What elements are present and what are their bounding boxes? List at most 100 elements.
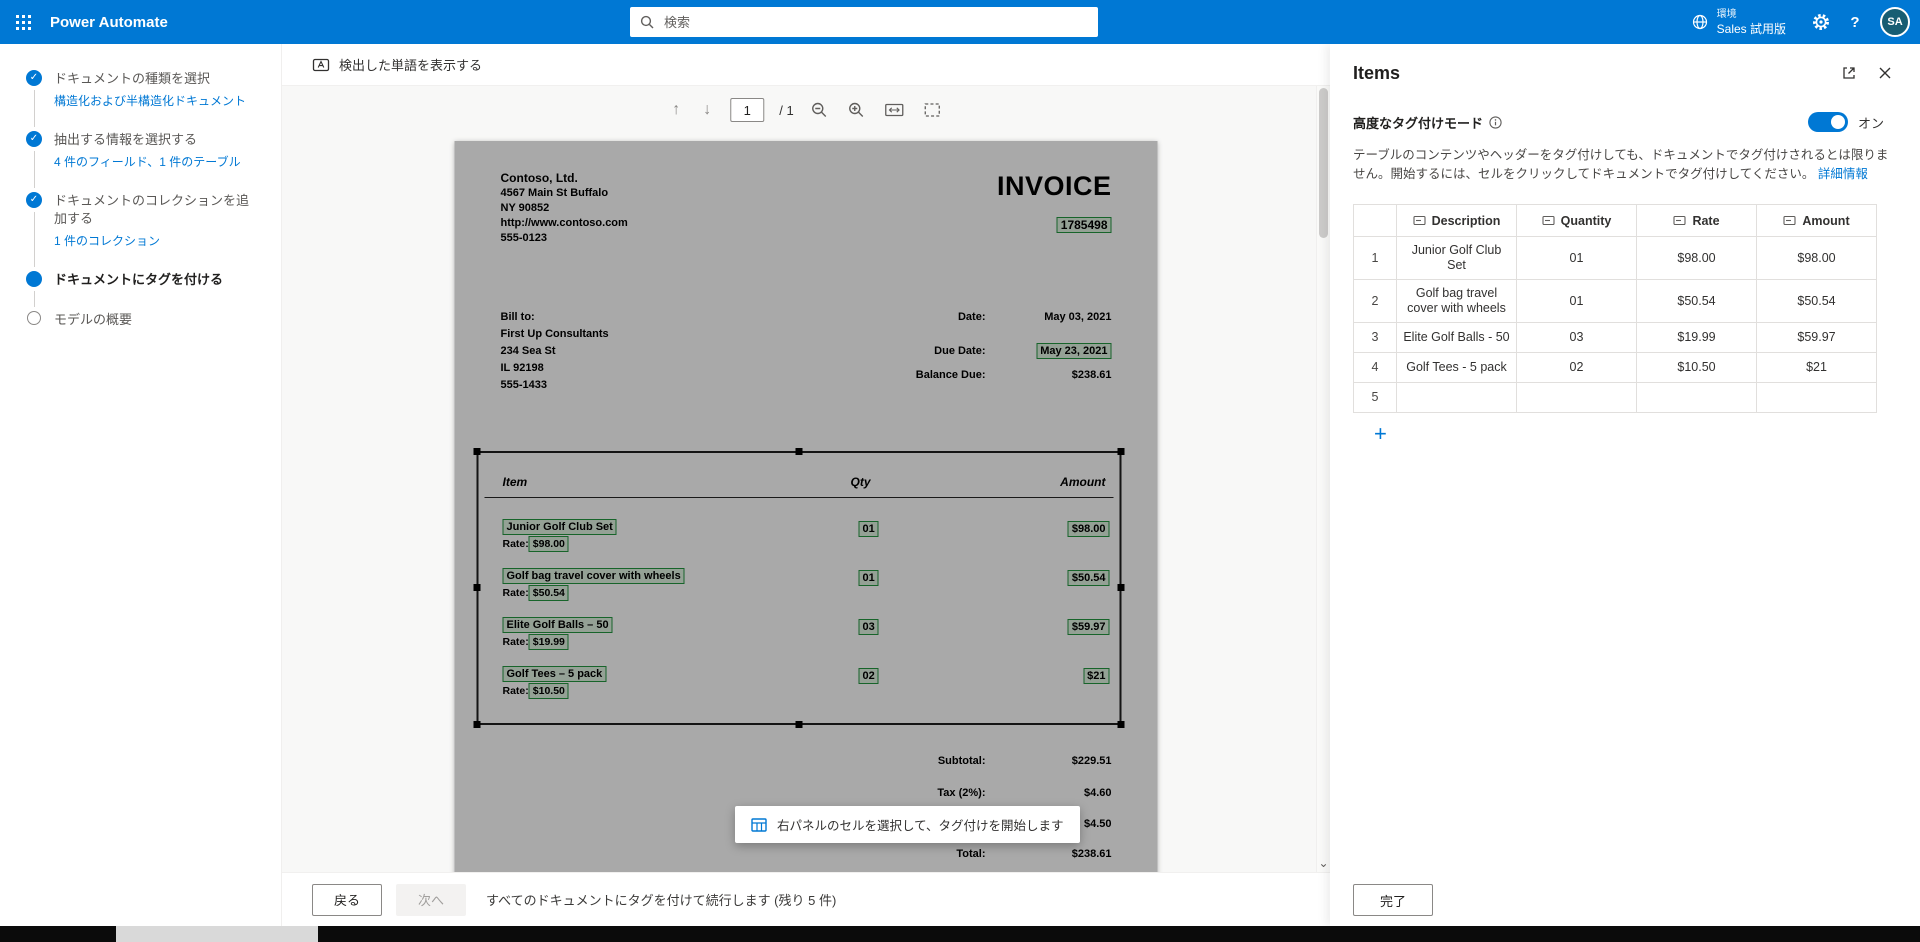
column-header-amount[interactable]: Amount	[1756, 204, 1877, 237]
item-amount-tag[interactable]: $59.97	[1067, 619, 1110, 635]
item-rate-tag[interactable]: $19.99	[528, 634, 569, 650]
cell-amount[interactable]: $21	[1756, 352, 1877, 383]
cell-amount[interactable]: $59.97	[1756, 322, 1877, 353]
cell-rate[interactable]: $50.54	[1636, 279, 1757, 323]
table-selection-region[interactable]: Item Qty Amount Junior Golf Club Set Rat…	[473, 448, 1125, 728]
back-button[interactable]: 戻る	[312, 883, 382, 916]
invoice-balance-row: Balance Due: $238.61	[915, 369, 1112, 381]
zoom-in-button[interactable]	[846, 99, 868, 121]
column-header-description[interactable]: Description	[1396, 204, 1517, 237]
search-box[interactable]	[630, 7, 1098, 37]
cell-rate[interactable]: $98.00	[1636, 236, 1757, 280]
item-rate-tag[interactable]: $50.54	[528, 585, 569, 601]
duedate-tag[interactable]: May 23, 2021	[1036, 343, 1112, 359]
cell-amount[interactable]: $98.00	[1756, 236, 1877, 280]
column-header-quantity[interactable]: Quantity	[1516, 204, 1637, 237]
next-page-button[interactable]: ↓	[699, 99, 715, 121]
cell-rate[interactable]: $10.50	[1636, 352, 1757, 383]
step-tag-documents[interactable]: ドキュメントにタグを付ける	[26, 271, 281, 311]
cell-rate[interactable]	[1636, 382, 1757, 413]
fit-page-icon	[925, 103, 941, 117]
fit-width-button[interactable]	[883, 100, 907, 120]
item-rate-tag[interactable]: $98.00	[528, 536, 569, 552]
item-name-tag[interactable]: Golf bag travel cover with wheels	[502, 568, 685, 584]
invoice-document-page: Contoso, Ltd. 4567 Main St Buffalo NY 90…	[454, 141, 1158, 872]
scrollbar-thumb[interactable]	[1319, 88, 1328, 238]
selection-handle[interactable]	[1117, 584, 1125, 591]
item-amount-tag[interactable]: $98.00	[1067, 521, 1110, 537]
cell-description[interactable]: Golf Tees - 5 pack	[1396, 352, 1517, 383]
cell-amount[interactable]: $50.54	[1756, 279, 1877, 323]
app-launcher-button[interactable]	[0, 0, 46, 44]
item-qty-tag[interactable]: 02	[858, 668, 879, 684]
previous-page-button[interactable]: ↑	[668, 99, 684, 121]
step-subtitle-link[interactable]: 構造化および半構造化ドキュメント	[54, 93, 246, 109]
cell-amount[interactable]	[1756, 382, 1877, 413]
invoice-col-item: Item	[502, 475, 528, 489]
row-number-cell[interactable]: 4	[1353, 352, 1397, 383]
item-qty-tag[interactable]: 01	[858, 570, 879, 586]
selection-handle[interactable]	[473, 448, 481, 455]
row-number-cell[interactable]: 3	[1353, 322, 1397, 353]
cell-quantity[interactable]: 01	[1516, 279, 1637, 323]
row-number-cell[interactable]: 2	[1353, 279, 1397, 323]
invoice-number-tag[interactable]: 1785498	[1056, 217, 1112, 233]
row-number-header[interactable]	[1353, 204, 1397, 237]
column-header-rate[interactable]: Rate	[1636, 204, 1757, 237]
selection-handle[interactable]	[1117, 721, 1125, 728]
advanced-mode-toggle[interactable]	[1807, 112, 1848, 132]
item-amount-tag[interactable]: $50.54	[1067, 570, 1110, 586]
item-amount-tag[interactable]: $21	[1083, 668, 1110, 684]
done-button[interactable]: 完了	[1353, 884, 1433, 916]
cell-quantity[interactable]: 01	[1516, 236, 1637, 280]
fit-page-button[interactable]	[922, 100, 944, 120]
avatar[interactable]: SA	[1880, 7, 1910, 37]
selection-handle[interactable]	[795, 448, 802, 455]
zoom-out-button[interactable]	[809, 99, 831, 121]
wizard-footer: 戻る 次へ すべてのドキュメントにタグを付けて続行します (残り 5 件)	[282, 872, 1330, 926]
cell-description[interactable]: Junior Golf Club Set	[1396, 236, 1517, 280]
item-qty-tag[interactable]: 01	[858, 521, 879, 537]
scroll-down-icon[interactable]: ⌄	[1317, 856, 1330, 870]
settings-button[interactable]	[1804, 0, 1838, 44]
step-choose-information[interactable]: ✓ 抽出する情報を選択する 4 件のフィールド、1 件のテーブル	[26, 131, 281, 192]
close-icon	[1879, 67, 1891, 79]
cell-quantity[interactable]: 03	[1516, 322, 1637, 353]
selection-handle[interactable]	[473, 721, 481, 728]
step-subtitle-link[interactable]: 4 件のフィールド、1 件のテーブル	[54, 154, 241, 170]
popout-button[interactable]	[1834, 60, 1864, 86]
search-input[interactable]	[662, 13, 1088, 31]
viewer-scrollbar[interactable]: ⌄	[1316, 86, 1330, 872]
selection-handle[interactable]	[1117, 448, 1125, 455]
next-button[interactable]: 次へ	[396, 883, 466, 916]
cell-description[interactable]: Elite Golf Balls - 50	[1396, 322, 1517, 353]
cell-quantity[interactable]	[1516, 382, 1637, 413]
step-title: ドキュメントのコレクションを追加する	[54, 193, 250, 226]
cell-description[interactable]	[1396, 382, 1517, 413]
cell-quantity[interactable]: 02	[1516, 352, 1637, 383]
row-number-cell[interactable]: 1	[1353, 236, 1397, 280]
item-qty-tag[interactable]: 03	[858, 619, 879, 635]
show-detected-words-toggle[interactable]: 検出した単語を表示する	[312, 55, 482, 74]
item-rate-tag[interactable]: $10.50	[528, 683, 569, 699]
item-name-tag[interactable]: Golf Tees – 5 pack	[502, 666, 607, 682]
selection-handle[interactable]	[473, 584, 481, 591]
step-model-summary[interactable]: モデルの概要	[26, 311, 281, 351]
selection-handle[interactable]	[795, 721, 802, 728]
step-subtitle-link[interactable]: 1 件のコレクション	[54, 233, 254, 249]
help-button[interactable]: ?	[1838, 0, 1872, 44]
cell-description[interactable]: Golf bag travel cover with wheels	[1396, 279, 1517, 323]
row-number-cell[interactable]: 5	[1353, 382, 1397, 413]
step-document-type[interactable]: ✓ ドキュメントの種類を選択 構造化および半構造化ドキュメント	[26, 70, 281, 131]
page-number-input[interactable]	[730, 98, 765, 122]
item-name-tag[interactable]: Junior Golf Club Set	[502, 519, 617, 535]
close-panel-button[interactable]	[1870, 60, 1900, 86]
step-add-collections[interactable]: ✓ ドキュメントのコレクションを追加する 1 件のコレクション	[26, 192, 281, 271]
add-row-button[interactable]: +	[1366, 421, 1395, 447]
environment-selector[interactable]: 環境 Sales 試用版	[1691, 9, 1786, 35]
footer-hint: すべてのドキュメントにタグを付けて続行します (残り 5 件)	[486, 893, 837, 908]
item-name-tag[interactable]: Elite Golf Balls – 50	[502, 617, 613, 633]
step-title: モデルの概要	[54, 312, 133, 327]
learn-more-link[interactable]: 詳細情報	[1818, 167, 1868, 181]
cell-rate[interactable]: $19.99	[1636, 322, 1757, 353]
